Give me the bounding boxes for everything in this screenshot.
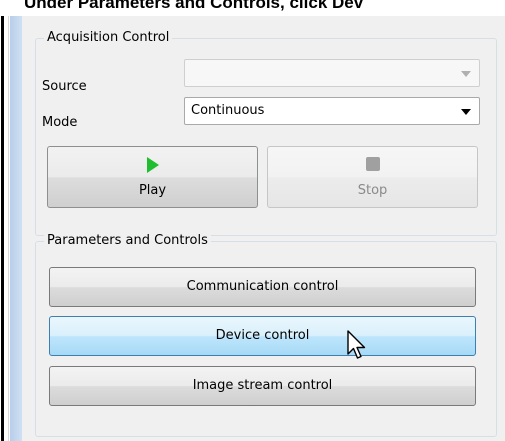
parameters-controls-title: Parameters and Controls: [44, 233, 211, 248]
acquisition-control-title: Acquisition Control: [44, 30, 173, 45]
caption-text: Under Parameters and Controls, click Dev: [24, 0, 364, 12]
device-control-button[interactable]: Device control: [49, 316, 476, 356]
acquisition-control-group: Acquisition Control Source Mode Continuo…: [35, 30, 497, 236]
stop-button[interactable]: Stop: [267, 146, 478, 208]
mouse-cursor-icon: [347, 330, 366, 359]
source-label: Source: [42, 79, 87, 94]
communication-control-button[interactable]: Communication control: [49, 267, 476, 307]
image-stream-control-button[interactable]: Image stream control: [49, 366, 476, 406]
play-icon: [146, 157, 159, 173]
control-panel: Acquisition Control Source Mode Continuo…: [22, 16, 505, 441]
source-dropdown[interactable]: [184, 59, 480, 87]
dropdown-arrow-icon: [461, 109, 471, 115]
window-left-border: [0, 16, 9, 441]
mode-dropdown[interactable]: Continuous: [184, 97, 480, 125]
play-button[interactable]: Play: [47, 146, 258, 208]
dropdown-arrow-icon: [461, 71, 471, 77]
side-panel-strip: [10, 16, 22, 441]
stop-icon: [365, 157, 380, 171]
instruction-caption: Under Parameters and Controls, click Dev: [0, 0, 505, 16]
mode-label: Mode: [42, 115, 78, 130]
stop-label: Stop: [357, 183, 388, 198]
mode-value: Continuous: [191, 103, 265, 118]
play-label: Play: [138, 183, 167, 198]
